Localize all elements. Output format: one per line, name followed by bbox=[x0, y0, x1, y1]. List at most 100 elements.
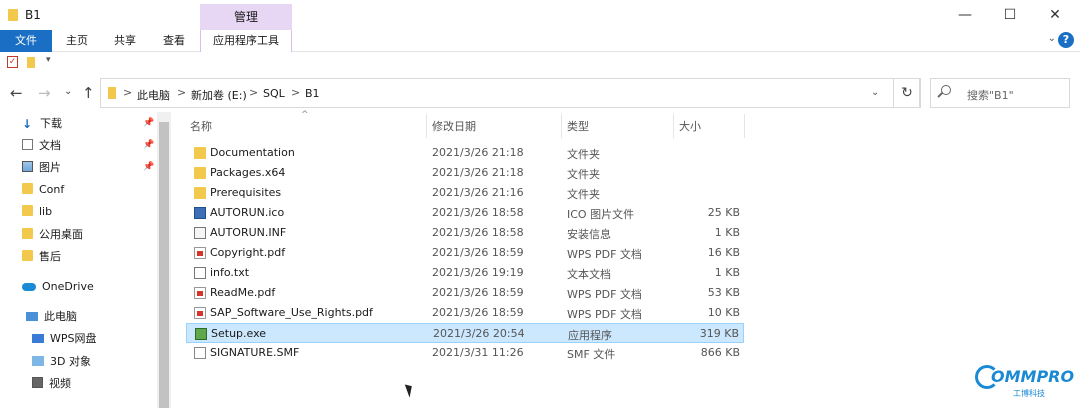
file-name: Prerequisites bbox=[210, 186, 282, 199]
file-type: 文件夹 bbox=[567, 148, 600, 161]
watermark-subtitle: 工博科技 bbox=[1013, 389, 1045, 398]
file-name: info.txt bbox=[210, 266, 250, 279]
column-header-name[interactable]: 名称 bbox=[190, 118, 212, 134]
tab-view[interactable]: 查看 bbox=[153, 30, 195, 52]
pin-icon: 📌 bbox=[143, 140, 155, 150]
table-row[interactable]: AUTORUN.ico 2021/3/26 18:58 ICO 图片文件 25 … bbox=[186, 203, 744, 223]
maximize-button[interactable]: ☐ bbox=[995, 4, 1025, 26]
address-dropdown-icon[interactable]: ⌄ bbox=[871, 87, 879, 98]
nav-item-pictures[interactable]: 图片 bbox=[22, 158, 61, 178]
column-header-type[interactable]: 类型 bbox=[567, 118, 589, 134]
3d-objects-icon bbox=[32, 356, 44, 366]
tab-share[interactable]: 共享 bbox=[104, 30, 146, 52]
file-name: Setup.exe bbox=[211, 327, 267, 340]
file-date: 2021/3/31 11:26 bbox=[432, 346, 524, 359]
table-row[interactable]: SAP_Software_Use_Rights.pdf 2021/3/26 18… bbox=[186, 303, 744, 323]
table-row[interactable]: Documentation 2021/3/26 21:18 文件夹 bbox=[186, 143, 744, 163]
tab-home[interactable]: 主页 bbox=[57, 30, 97, 52]
table-row[interactable]: SIGNATURE.SMF 2021/3/31 11:26 SMF 文件 866… bbox=[186, 343, 744, 363]
file-date: 2021/3/26 21:18 bbox=[432, 146, 524, 159]
forward-button[interactable]: → bbox=[38, 84, 51, 102]
back-button[interactable]: ← bbox=[10, 84, 23, 102]
table-row[interactable]: AUTORUN.INF 2021/3/26 18:58 安装信息 1 KB bbox=[186, 223, 744, 243]
column-divider bbox=[561, 114, 562, 138]
file-name: AUTORUN.INF bbox=[210, 226, 287, 239]
file-type: WPS PDF 文档 bbox=[567, 288, 642, 301]
folder-icon bbox=[194, 147, 206, 159]
nav-item-documents[interactable]: 文档 bbox=[22, 136, 61, 156]
column-header-size[interactable]: 大小 bbox=[679, 118, 701, 134]
pin-icon: 📌 bbox=[143, 118, 155, 128]
table-row[interactable]: Prerequisites 2021/3/26 21:16 文件夹 bbox=[186, 183, 744, 203]
file-date: 2021/3/26 18:59 bbox=[432, 246, 524, 259]
nav-item-3d-objects[interactable]: 3D 对象 bbox=[32, 352, 91, 372]
file-type: 文本文档 bbox=[567, 268, 611, 281]
exe-file-icon bbox=[195, 328, 207, 340]
nav-item-this-pc[interactable]: 此电脑 bbox=[26, 307, 77, 327]
table-row-selected[interactable]: Setup.exe 2021/3/26 20:54 应用程序 319 KB bbox=[186, 323, 744, 343]
breadcrumb-b1[interactable]: B1 bbox=[305, 87, 320, 100]
nav-item-conf[interactable]: Conf bbox=[22, 180, 64, 200]
file-name: Documentation bbox=[210, 146, 295, 159]
file-type: WPS PDF 文档 bbox=[567, 308, 642, 321]
folder-icon bbox=[8, 9, 18, 21]
file-date: 2021/3/26 18:59 bbox=[432, 286, 524, 299]
file-list: ^ 名称 修改日期 类型 大小 Documentation 2021/3/26 … bbox=[186, 110, 746, 408]
navigation-pane: ↓ 下载 📌 文档 📌 图片 📌 Conf lib 公用桌面 售后 OneDriv… bbox=[0, 112, 172, 408]
file-name: Packages.x64 bbox=[210, 166, 286, 179]
nav-item-after-sales[interactable]: 售后 bbox=[22, 247, 61, 267]
nav-item-public-desktop[interactable]: 公用桌面 bbox=[22, 225, 83, 245]
breadcrumb-this-pc[interactable]: 此电脑 bbox=[137, 87, 170, 103]
column-header-date[interactable]: 修改日期 bbox=[432, 118, 476, 134]
breadcrumb-drive-e[interactable]: 新加卷 (E:) bbox=[191, 87, 247, 103]
customize-toolbar-icon[interactable]: ▾ bbox=[46, 55, 51, 65]
recent-locations-button[interactable]: ⌄ bbox=[64, 86, 72, 97]
pdf-file-icon bbox=[194, 307, 206, 319]
table-row[interactable]: Packages.x64 2021/3/26 21:18 文件夹 bbox=[186, 163, 744, 183]
folder-icon bbox=[22, 250, 33, 261]
column-divider bbox=[673, 114, 674, 138]
computer-icon bbox=[26, 312, 38, 321]
table-row[interactable]: Copyright.pdf 2021/3/26 18:59 WPS PDF 文档… bbox=[186, 243, 744, 263]
close-button[interactable]: ✕ bbox=[1040, 4, 1070, 26]
tab-file[interactable]: 文件 bbox=[0, 30, 52, 52]
nav-item-videos[interactable]: 视频 bbox=[32, 374, 71, 394]
file-name: Copyright.pdf bbox=[210, 246, 286, 259]
file-date: 2021/3/26 21:16 bbox=[432, 186, 524, 199]
help-icon[interactable]: ? bbox=[1058, 32, 1074, 48]
watermark-logo: OMMPRO 工博科技 bbox=[975, 363, 1075, 403]
sort-arrow-icon: ^ bbox=[301, 110, 309, 120]
search-box[interactable]: 搜索"B1" bbox=[930, 78, 1070, 108]
quick-access-toolbar: ✓ ▾ bbox=[0, 53, 1080, 73]
file-type: SMF 文件 bbox=[567, 348, 616, 361]
nav-item-onedrive[interactable]: OneDrive bbox=[22, 277, 94, 297]
file-type: 应用程序 bbox=[568, 329, 612, 342]
file-size: 10 KB bbox=[707, 306, 740, 319]
refresh-button[interactable]: ↻ bbox=[893, 78, 921, 108]
cloud-icon bbox=[22, 283, 36, 291]
tab-app-tools[interactable]: 应用程序工具 bbox=[200, 30, 292, 52]
table-row[interactable]: ReadMe.pdf 2021/3/26 18:59 WPS PDF 文档 53… bbox=[186, 283, 744, 303]
breadcrumb-sql[interactable]: SQL bbox=[263, 87, 285, 100]
file-type: 安装信息 bbox=[567, 228, 611, 241]
table-row[interactable]: info.txt 2021/3/26 19:19 文本文档 1 KB bbox=[186, 263, 744, 283]
up-button[interactable]: ↑ bbox=[82, 84, 95, 102]
file-size: 53 KB bbox=[707, 286, 740, 299]
file-name: SIGNATURE.SMF bbox=[210, 346, 300, 359]
nav-item-wps-drive[interactable]: WPS网盘 bbox=[32, 329, 97, 349]
nav-item-lib[interactable]: lib bbox=[22, 202, 52, 222]
new-folder-icon[interactable] bbox=[27, 57, 35, 68]
nav-item-downloads[interactable]: ↓ 下载 bbox=[22, 114, 62, 134]
file-type: 文件夹 bbox=[567, 168, 600, 181]
minimize-button[interactable]: — bbox=[950, 4, 980, 26]
nav-scrollbar-thumb[interactable] bbox=[159, 122, 169, 408]
collapse-ribbon-icon[interactable]: ⌄ bbox=[1048, 33, 1056, 44]
address-bar[interactable]: > 此电脑 > 新加卷 (E:) > SQL > B1 ⌄ bbox=[100, 78, 920, 108]
picture-icon bbox=[22, 161, 33, 172]
pin-icon: 📌 bbox=[143, 162, 155, 172]
file-name: AUTORUN.ico bbox=[210, 206, 285, 219]
properties-icon[interactable]: ✓ bbox=[7, 56, 18, 68]
file-name: SAP_Software_Use_Rights.pdf bbox=[210, 306, 373, 319]
ribbon-tabs: 文件 主页 共享 查看 应用程序工具 ⌄ ? bbox=[0, 30, 1080, 52]
pdf-file-icon bbox=[194, 247, 206, 259]
